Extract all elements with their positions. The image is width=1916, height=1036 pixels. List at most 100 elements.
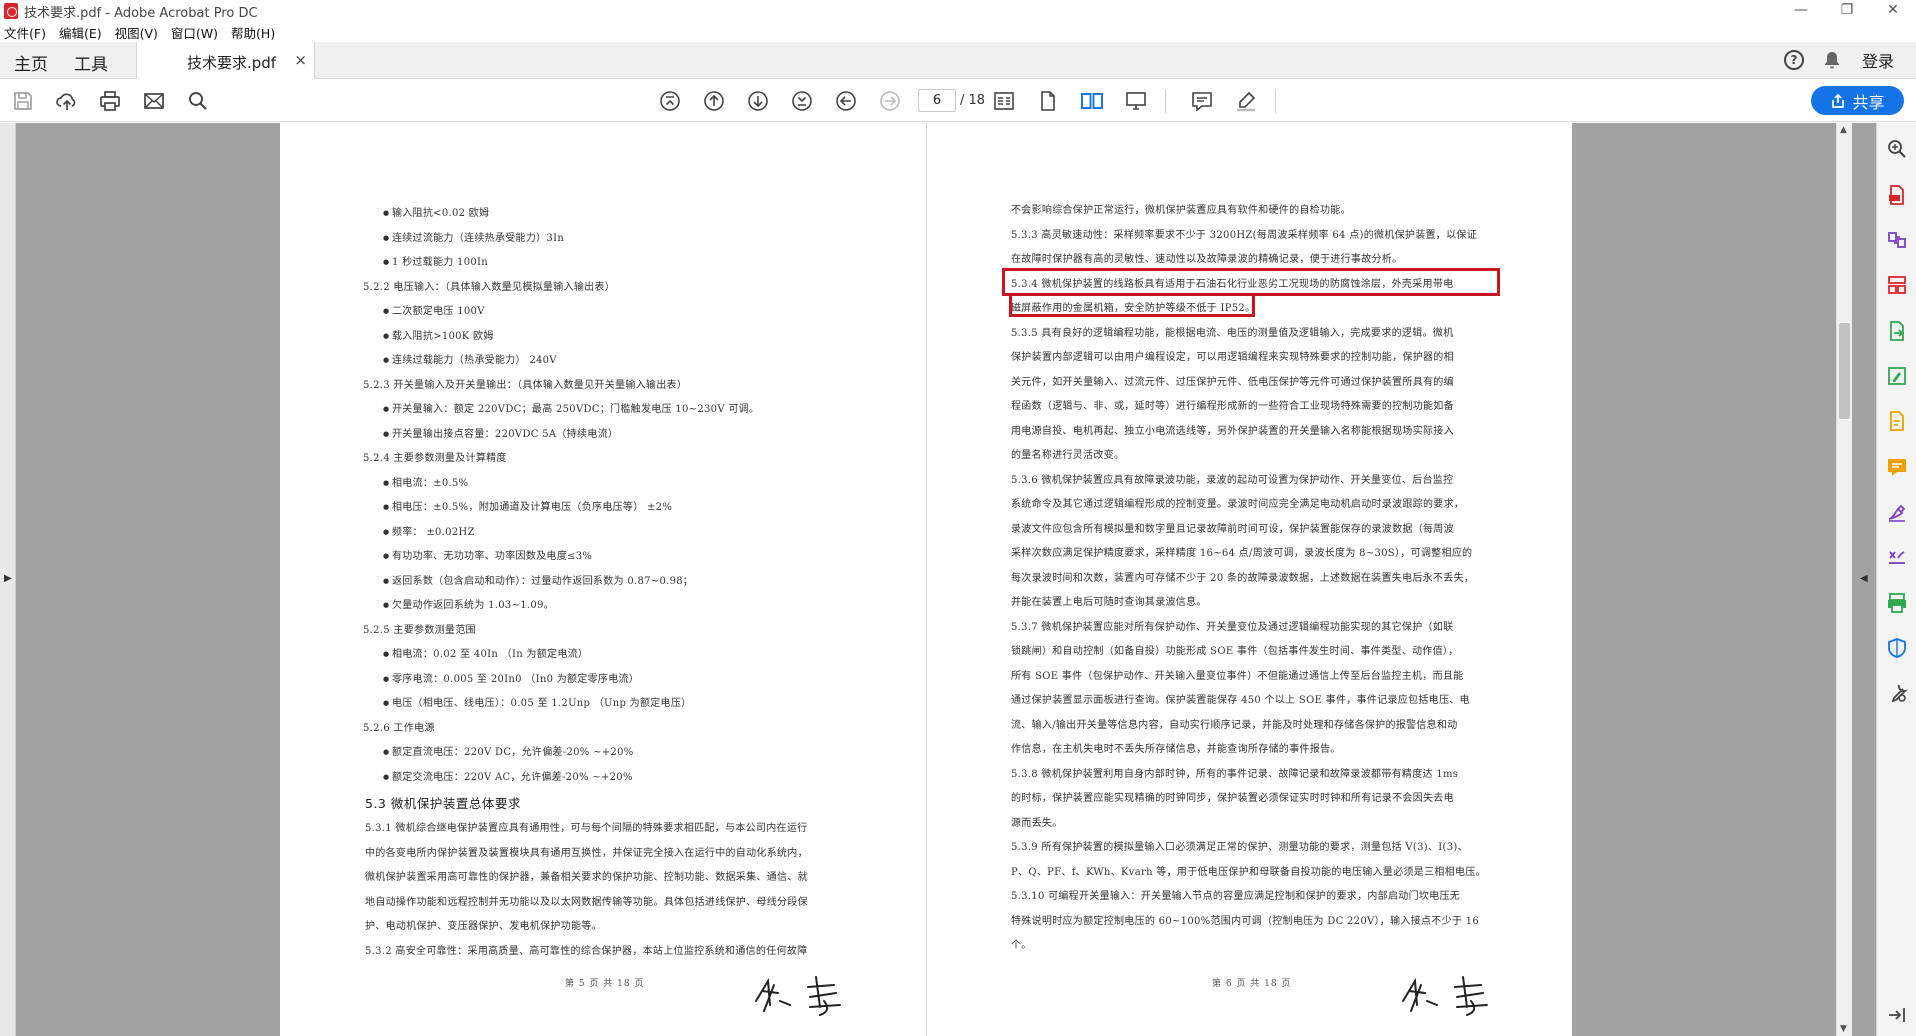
handwritten-signature xyxy=(1402,976,1488,1016)
forward-icon[interactable] xyxy=(877,88,903,114)
paragraph-line: 锁跳闸）和自动控制（如备自投）功能形成 SOE 事件（包括事件发生时间、事件类型… xyxy=(1011,646,1459,657)
main-toolbar: 6 / 18 共享 xyxy=(0,79,1916,122)
bullet-item: 开关量输入：额定 220VDC；最高 250VDC；门槛触发电压 10~230V… xyxy=(383,400,759,415)
stamp-icon[interactable] xyxy=(1885,545,1909,569)
restore-button[interactable]: ❐ xyxy=(1824,0,1870,22)
bullet-item: 连续过载能力（热承受能力） 240V xyxy=(383,351,557,366)
bullet-item: 返回系数（包含启动和动作）：过量动作返回系数为 0.87~0.98； xyxy=(383,572,693,587)
paragraph-line: 在故障时保护器有高的灵敏性、速动性以及故障录波的精确记录，便于进行事故分析。 xyxy=(1011,254,1403,265)
menu-view[interactable]: 视图(V) xyxy=(115,23,158,42)
page-number-input[interactable]: 6 xyxy=(918,89,956,112)
comment-icon[interactable] xyxy=(1189,88,1215,114)
protect-icon[interactable] xyxy=(1885,636,1909,660)
share-button[interactable]: 共享 xyxy=(1811,86,1904,115)
highlight-box xyxy=(1009,293,1255,317)
paragraph-line: 所有 SOE 事件（包保护动作、开关输入量变位事件）不但能通过通信上传至后台监控… xyxy=(1011,670,1464,682)
bullet-item: 频率： ±0.02HZ xyxy=(383,523,475,538)
acrobat-pdf-icon xyxy=(4,3,18,19)
window-controls: — ❐ ✕ xyxy=(1778,0,1916,22)
bullet-item: 有功功率、无功功率、功率因数及电度≤3% xyxy=(383,547,592,562)
first-page-icon[interactable] xyxy=(657,88,683,114)
section-heading: 5.3 微机保护装置总体要求 xyxy=(365,796,521,811)
right-panel-toggle[interactable]: ◀ xyxy=(1852,123,1876,1036)
fill-sign-icon[interactable] xyxy=(1885,409,1909,433)
tab-document[interactable]: 技术要求.pdf × xyxy=(136,42,315,80)
sign-icon[interactable] xyxy=(1885,500,1909,524)
paragraph-line: 通过保护装置显示面板进行查询。保护装置能保存 450 个以上 SOE 事件，事件… xyxy=(1011,695,1470,706)
scroll-thumb[interactable] xyxy=(1839,323,1850,419)
single-page-icon[interactable] xyxy=(1035,88,1061,114)
menu-help[interactable]: 帮助(H) xyxy=(231,23,275,42)
help-icon[interactable]: ? xyxy=(1783,50,1804,70)
monitor-icon[interactable] xyxy=(1123,88,1149,114)
menu-edit[interactable]: 编辑(E) xyxy=(59,23,102,42)
comment-icon[interactable] xyxy=(1885,455,1909,479)
collapse-pane-icon[interactable] xyxy=(1885,1003,1909,1027)
zoom-icon[interactable] xyxy=(1885,137,1909,161)
last-page-icon[interactable] xyxy=(789,88,815,114)
prev-page-icon[interactable] xyxy=(701,88,727,114)
mail-icon[interactable] xyxy=(141,88,167,114)
two-page-icon[interactable] xyxy=(1079,88,1105,114)
left-panel-toggle[interactable]: ▶ xyxy=(0,123,16,1036)
paragraph-line: 地自动操作功能和远程控制并无功能以及以太网数据传输等功能。具体包括进线保护、母线… xyxy=(365,896,808,908)
save-icon[interactable] xyxy=(10,88,36,114)
menu-bar: 文件(F) 编辑(E) 视图(V) 窗口(W) 帮助(H) xyxy=(0,22,1916,42)
paragraph-line: 录波文件应包含所有模拟量和数字量且记录故障前时间可设，保护装置能保存的录波数据（… xyxy=(1011,523,1454,535)
upload-icon[interactable] xyxy=(54,88,80,114)
search-icon[interactable] xyxy=(185,88,211,114)
paragraph-line: 5.3.3 高灵敏速动性：采样频率要求不少于 3200HZ(每周波采样频率 64… xyxy=(1011,229,1478,241)
share-label: 共享 xyxy=(1852,92,1885,112)
reader-icon[interactable] xyxy=(991,88,1017,114)
bell-icon[interactable] xyxy=(1822,50,1842,70)
highlight-box xyxy=(1002,268,1500,296)
pdf-page-6: 不会影响综合保护正常运行，微机保护装置应具有软件和硬件的自检功能。 5.3.3 高… xyxy=(926,123,1572,1036)
menu-window[interactable]: 窗口(W) xyxy=(171,23,218,42)
next-page-icon[interactable] xyxy=(745,88,771,114)
paragraph-line: 5.3.7 微机保护装置应能对所有保护动作、开关量变位及通过逻辑编程功能实现的其… xyxy=(1011,621,1454,633)
scroll-up-icon[interactable]: ▲ xyxy=(1840,125,1847,135)
bullet-item: 相电压：±0.5%，附加通道及计算电压（负序电压等） ±2% xyxy=(383,498,672,513)
bullet-item: 电压（相电压、线电压）：0.05 至 1.2Unp （Unp 为额定电压） xyxy=(383,694,691,709)
paragraph-line: 5.3.2 高安全可靠性：采用高质量、高可靠性的综合保护器，本站上位监控系统和通… xyxy=(365,945,808,957)
paragraph-line: 5.3.9 所有保护装置的模拟量输入口必须满足正常的保护、测量功能的要求，测量包… xyxy=(1011,842,1468,853)
back-icon[interactable] xyxy=(833,88,859,114)
toolbar-separator xyxy=(1165,89,1166,113)
bullet-item: 二次额定电压 100V xyxy=(383,302,485,317)
paragraph-line: 保护装置内部逻辑可以由用户编程设定，可以用逻辑编程来实现特殊要求的控制功能，保护… xyxy=(1011,352,1454,363)
paragraph-line: 个。 xyxy=(1011,940,1032,951)
create-pdf-icon[interactable] xyxy=(1885,183,1909,207)
close-tab-button[interactable]: × xyxy=(294,51,307,69)
paragraph-line: 的量名称进行灵活改变。 xyxy=(1011,450,1125,461)
document-viewport[interactable]: 输入阻抗<0.02 欧姆连续过流能力（连续热承受能力）3In 1 秒过载能力 10… xyxy=(0,123,1876,1036)
bullet-item: 相电流：±0.5% xyxy=(383,474,468,489)
page-total: / 18 xyxy=(960,93,986,108)
minimize-button[interactable]: — xyxy=(1778,0,1824,22)
more-tools-icon[interactable] xyxy=(1885,681,1909,705)
tab-bar: 主页 工具 技术要求.pdf × ? 登录 xyxy=(0,42,1916,80)
vertical-scrollbar[interactable]: ▲ ▼ xyxy=(1836,123,1852,1036)
paragraph-line: 作信息，在主机失电时不丢失所存储信息，并能查询所存储的事件报告。 xyxy=(1011,744,1341,755)
paragraph-line: 5.3.8 微机保护装置利用自身内部时钟，所有的事件记录、故障记录和故障录波都带… xyxy=(1011,768,1459,780)
paragraph-line: 不会影响综合保护正常运行，微机保护装置应具有软件和硬件的自检功能。 xyxy=(1011,205,1351,216)
paragraph-line: 5.3.5 具有良好的逻辑编程功能，能根据电流、电压的测量值及逻辑输入，完成要求… xyxy=(1011,327,1454,339)
paragraph-line: 源而丢失。 xyxy=(1011,817,1063,829)
tab-tools[interactable]: 工具 xyxy=(74,50,108,75)
tab-home[interactable]: 主页 xyxy=(14,50,48,75)
combine-icon[interactable] xyxy=(1885,228,1909,252)
paragraph-line: 5.3.6 微机保护装置应具有故障录波功能，录波的起动可设置为保护动作、开关量变… xyxy=(1011,474,1454,486)
page-footer: 第 5 页 共 18 页 xyxy=(565,979,645,989)
organize-icon[interactable] xyxy=(1885,273,1909,297)
sign-in-link[interactable]: 登录 xyxy=(1862,48,1894,72)
print-icon[interactable] xyxy=(97,88,123,114)
menu-file[interactable]: 文件(F) xyxy=(4,23,46,42)
close-window-button[interactable]: ✕ xyxy=(1870,0,1916,22)
print-production-icon[interactable] xyxy=(1885,591,1909,615)
scroll-down-icon[interactable]: ▼ xyxy=(1840,1024,1847,1034)
window-title: 技术要求.pdf - Adobe Acrobat Pro DC xyxy=(24,5,258,21)
section-line: 5.2.2 电压输入：（具体输入数量见模拟量输入输出表） xyxy=(363,281,616,293)
toolbar-separator xyxy=(1275,89,1276,113)
export-icon[interactable] xyxy=(1885,319,1909,343)
highlight-icon[interactable] xyxy=(1233,88,1259,114)
edit-icon[interactable] xyxy=(1885,364,1909,388)
